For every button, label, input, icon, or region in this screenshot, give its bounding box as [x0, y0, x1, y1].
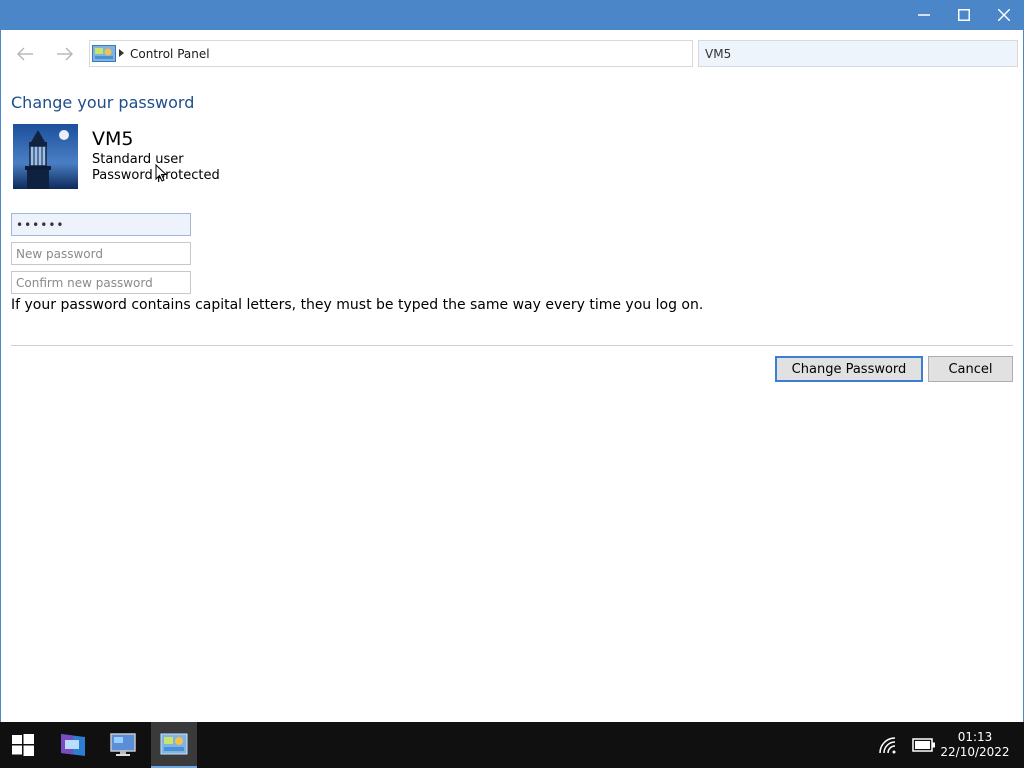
- taskbar-clock[interactable]: 01:13 22/10/2022: [940, 730, 1010, 760]
- new-password-field[interactable]: [11, 242, 191, 265]
- breadcrumb-arrow-icon[interactable]: [119, 49, 124, 57]
- search-input[interactable]: VM5: [705, 47, 731, 61]
- address-bar[interactable]: Control Panel: [89, 40, 693, 67]
- maximize-icon: [958, 9, 970, 21]
- taskbar: [0, 722, 1024, 768]
- clock-time: 01:13: [957, 730, 993, 744]
- minimize-button[interactable]: [904, 0, 944, 30]
- page-title: Change your password: [11, 93, 195, 112]
- user-name: VM5: [92, 128, 134, 150]
- back-arrow-icon: [17, 47, 33, 61]
- divider: [11, 345, 1013, 346]
- taskbar-app-computer[interactable]: [100, 722, 146, 768]
- close-icon: [998, 9, 1010, 21]
- user-account-type: Standard user: [92, 152, 184, 167]
- cancel-button[interactable]: Cancel: [928, 356, 1013, 382]
- control-panel-icon: [160, 733, 188, 755]
- maximize-button[interactable]: [944, 0, 984, 30]
- windows-start-icon: [12, 734, 34, 756]
- start-button[interactable]: [0, 722, 46, 768]
- forward-button[interactable]: [54, 43, 76, 65]
- change-password-button[interactable]: Change Password: [775, 356, 923, 382]
- title-bar: [0, 0, 1024, 30]
- taskbar-app-control-panel[interactable]: [151, 722, 197, 768]
- search-box[interactable]: VM5: [698, 40, 1018, 67]
- breadcrumb-control-panel[interactable]: Control Panel: [130, 47, 210, 61]
- current-password-field[interactable]: [11, 213, 191, 236]
- forward-arrow-icon: [57, 47, 73, 61]
- monitor-icon: [110, 733, 136, 756]
- confirm-password-field[interactable]: [11, 271, 191, 294]
- minimize-icon: [918, 14, 930, 16]
- capital-letters-hint: If your password contains capital letter…: [11, 297, 704, 313]
- window-app-icon: [61, 734, 85, 756]
- mouse-pointer-icon: [155, 164, 167, 182]
- taskbar-app-explorer[interactable]: [50, 722, 96, 768]
- clock-date: 22/10/2022: [940, 745, 1010, 759]
- battery-icon[interactable]: [912, 738, 936, 752]
- control-panel-icon: [92, 45, 116, 62]
- lighthouse-avatar: [13, 124, 78, 189]
- network-icon[interactable]: [878, 736, 898, 754]
- close-button[interactable]: [984, 0, 1024, 30]
- back-button[interactable]: [14, 43, 36, 65]
